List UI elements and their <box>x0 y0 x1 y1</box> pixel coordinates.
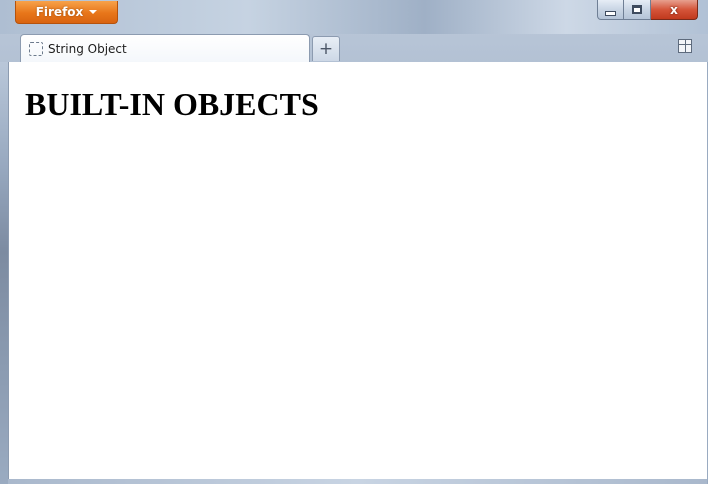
title-bar[interactable]: Firefox x <box>0 0 708 34</box>
minimize-button[interactable] <box>597 0 624 20</box>
window-controls: x <box>597 0 698 21</box>
tab-string-object[interactable]: String Object <box>20 34 310 63</box>
tab-strip: String Object + <box>8 34 700 63</box>
minimize-icon <box>605 10 616 16</box>
window-bottom-border <box>8 479 707 484</box>
firefox-menu-label: Firefox <box>35 5 84 19</box>
dropdown-caret-icon <box>89 10 98 14</box>
window-left-border <box>0 62 8 484</box>
close-button[interactable]: x <box>651 0 698 20</box>
tab-groups-button[interactable] <box>678 39 692 53</box>
tab-label: String Object <box>48 42 127 56</box>
page-content[interactable]: BUILT-IN OBJECTS <box>8 62 707 480</box>
dashed-page-icon <box>29 42 43 56</box>
browser-window: Firefox x String Object + BUILT-IN OBJEC… <box>0 0 708 484</box>
plus-icon: + <box>318 38 334 59</box>
page-heading: BUILT-IN OBJECTS <box>25 86 319 122</box>
maximize-button[interactable] <box>624 0 651 20</box>
close-icon: x <box>670 2 678 17</box>
new-tab-button[interactable]: + <box>312 36 340 61</box>
firefox-menu-button[interactable]: Firefox <box>15 1 118 24</box>
maximize-icon <box>632 5 642 14</box>
